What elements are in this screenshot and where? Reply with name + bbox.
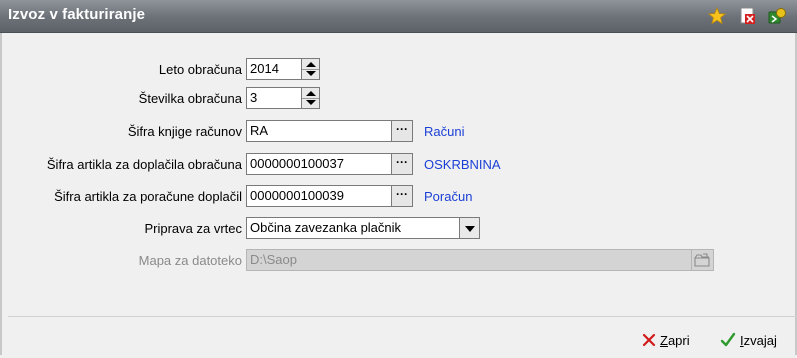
title-bar: Izvoz v fakturiranje: [0, 0, 797, 33]
close-label: Zapri: [660, 333, 690, 348]
execute-button[interactable]: Izvajaj: [720, 330, 777, 350]
footer-divider: [8, 316, 797, 317]
adjustment-article-input[interactable]: 0000000100039: [246, 185, 392, 207]
close-hotkey: Z: [660, 332, 668, 348]
window-title: Izvoz v fakturiranje: [8, 6, 146, 23]
book-code-input[interactable]: RA: [246, 120, 392, 142]
spin-down-icon[interactable]: [306, 71, 316, 76]
close-button[interactable]: Zapri: [642, 330, 690, 350]
number-spinner[interactable]: [302, 87, 320, 109]
spin-up-icon[interactable]: [306, 91, 316, 96]
chevron-down-icon: [465, 226, 475, 232]
year-input[interactable]: 2014: [246, 58, 302, 80]
pdf-close-icon[interactable]: [739, 7, 757, 25]
folder-input: D:\Saop: [246, 249, 692, 271]
folder-label: Mapa za datoteko: [138, 253, 242, 268]
surcharge-article-description: OSKRBNINA: [424, 157, 501, 172]
spin-down-icon[interactable]: [306, 100, 316, 105]
book-code-description: Računi: [424, 124, 465, 139]
spin-divider: [302, 98, 319, 99]
spin-up-icon[interactable]: [306, 62, 316, 67]
spin-divider: [302, 69, 319, 70]
folder-icon: [694, 253, 710, 267]
surcharge-article-label: Šifra artikla za doplačila obračuna: [46, 157, 242, 172]
close-label-rest: apri: [667, 332, 690, 348]
close-icon: [642, 333, 656, 347]
adjustment-article-description: Poračun: [424, 189, 473, 204]
surcharge-article-input[interactable]: 0000000100037: [246, 153, 392, 175]
year-label: Leto obračuna: [158, 62, 242, 77]
number-label: Številka obračuna: [138, 91, 242, 106]
surcharge-article-browse-button[interactable]: ···: [392, 153, 413, 175]
book-code-label: Šifra knjige računov: [127, 124, 242, 139]
adjustment-article-browse-button[interactable]: ···: [392, 185, 413, 207]
kindergarten-prep-select[interactable]: Občina zavezanka plačnik: [246, 217, 460, 239]
window-border-left: [0, 33, 2, 355]
export-icon[interactable]: [768, 7, 786, 25]
execute-label: Izvajaj: [740, 333, 777, 348]
folder-browse-button: [692, 249, 714, 271]
number-input[interactable]: 3: [246, 87, 302, 109]
kindergarten-prep-label: Priprava za vrtec: [144, 221, 242, 236]
book-code-browse-button[interactable]: ···: [392, 120, 413, 142]
dropdown-button[interactable]: [460, 217, 480, 239]
execute-label-rest: zvajaj: [743, 332, 777, 348]
adjustment-article-label: Šifra artikla za poračune doplačil: [54, 189, 242, 204]
star-icon[interactable]: [708, 7, 726, 25]
check-icon: [720, 332, 736, 347]
year-spinner[interactable]: [302, 58, 320, 80]
